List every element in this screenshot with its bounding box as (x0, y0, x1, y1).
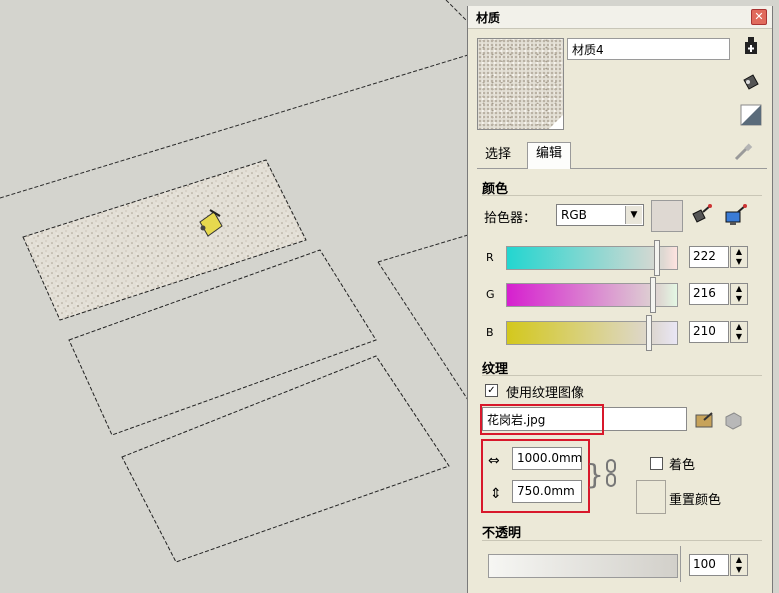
opacity-slider-handle[interactable] (680, 546, 681, 582)
b-label: B (486, 326, 494, 339)
paint-bucket-icon[interactable] (740, 72, 762, 94)
width-arrows-icon: ⇔ (488, 453, 500, 469)
color-preview (651, 200, 683, 232)
colorize-checkbox[interactable] (650, 457, 663, 470)
r-input[interactable]: 222 (689, 246, 729, 268)
reset-color-label[interactable]: 重置颜色 (669, 489, 721, 508)
r-label: R (486, 251, 494, 264)
opacity-slider[interactable] (488, 554, 678, 578)
tab-select[interactable]: 选择 (477, 144, 519, 166)
use-texture-label: 使用纹理图像 (506, 386, 585, 401)
colorize-label: 着色 (669, 458, 696, 473)
texture-divider (482, 375, 762, 376)
texture-width-field[interactable]: 1000.0mm (512, 447, 582, 470)
picker-value: RGB (561, 208, 587, 222)
picker-select[interactable]: RGB ▼ (556, 204, 644, 226)
edit-texture-icon[interactable] (722, 410, 744, 434)
b-input[interactable]: 210 (689, 321, 729, 343)
face-bottom[interactable] (121, 355, 450, 563)
picker-label: 拾色器： (484, 211, 537, 226)
chain-link-icon[interactable] (605, 458, 617, 492)
texture-height-field[interactable]: 750.0mm (512, 480, 582, 503)
match-color-model-icon[interactable] (690, 204, 714, 232)
b-spinner[interactable]: ▲ ▼ (730, 321, 748, 343)
textured-face[interactable] (22, 159, 307, 321)
opacity-section-title: 不透明 (482, 526, 522, 541)
opacity-input[interactable]: 100 (689, 554, 729, 576)
panel-titlebar: 材质 ✕ (468, 6, 772, 29)
r-spinner[interactable]: ▲ ▼ (730, 246, 748, 268)
b-slider[interactable] (506, 321, 678, 345)
color-divider (482, 195, 762, 196)
materials-panel: 材质 ✕ 材质4 选择 编辑 颜色 拾色器： RGB ▼ R 222 ▲▼ G (467, 6, 773, 593)
panel-title: 材质 (476, 11, 501, 25)
use-texture-checkbox[interactable]: ✓ (485, 384, 498, 397)
match-color-screen-icon[interactable] (724, 204, 748, 232)
reset-color-swatch[interactable] (636, 480, 666, 514)
g-spinner[interactable]: ▲ ▼ (730, 283, 748, 305)
g-slider-handle[interactable] (650, 277, 656, 313)
default-material-icon[interactable] (740, 104, 762, 126)
opacity-spinner[interactable]: ▲ ▼ (730, 554, 748, 576)
highlight-box-filename (480, 404, 604, 435)
eyedropper-icon[interactable] (733, 142, 753, 166)
g-input[interactable]: 216 (689, 283, 729, 305)
r-slider[interactable] (506, 246, 678, 270)
material-name-input[interactable]: 材质4 (567, 38, 730, 60)
create-material-icon[interactable] (740, 36, 762, 58)
tab-edit[interactable]: 编辑 (527, 142, 572, 169)
height-arrows-icon: ⇕ (490, 486, 502, 502)
swatch-corner (549, 115, 563, 129)
link-bracket: } (586, 458, 604, 491)
opacity-divider (482, 540, 762, 541)
b-slider-handle[interactable] (646, 315, 652, 351)
r-slider-handle[interactable] (654, 240, 660, 276)
browse-folder-icon[interactable] (694, 410, 716, 434)
material-swatch[interactable] (477, 38, 564, 130)
chevron-down-icon[interactable]: ▼ (625, 206, 642, 224)
tab-bar: 选择 编辑 (477, 140, 767, 169)
close-icon[interactable]: ✕ (751, 9, 767, 25)
g-label: G (486, 288, 495, 301)
